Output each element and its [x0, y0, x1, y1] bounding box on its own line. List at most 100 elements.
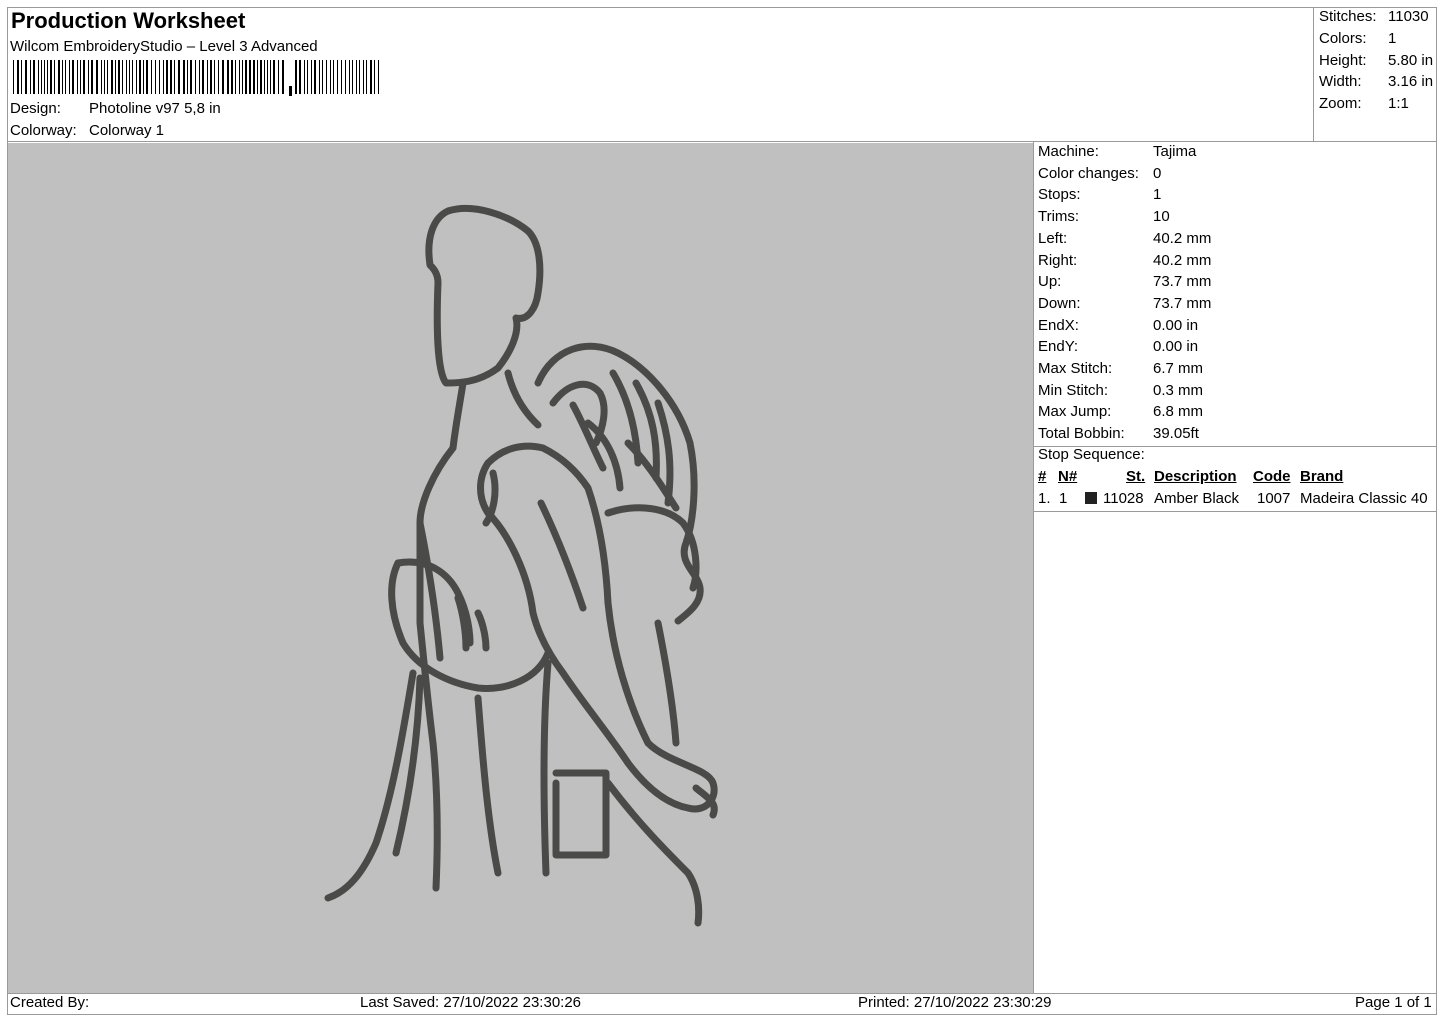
barcode-bar [50, 60, 52, 94]
detail-row: Max Jump: 6.8 mm [1038, 401, 1211, 423]
stat-row: Colors: 1 [1319, 28, 1433, 50]
detail-label: Min Stitch: [1038, 381, 1109, 399]
barcode-bar [295, 60, 297, 94]
col-header-code: Code [1253, 468, 1291, 485]
barcode-bar [190, 60, 192, 94]
barcode-bar [214, 60, 215, 94]
printed-date: Printed: 27/10/2022 23:30:29 [858, 994, 1052, 1011]
barcode-bar [374, 60, 375, 94]
barcode-bar [118, 60, 120, 94]
detail-row: Min Stitch: 0.3 mm [1038, 380, 1211, 402]
detail-value: 6.7 mm [1153, 360, 1204, 378]
detail-row: Machine: Tajima [1038, 141, 1211, 163]
barcode-bar [326, 60, 327, 94]
barcode-bar [314, 60, 316, 94]
page-number: Page 1 of 1 [1355, 994, 1432, 1011]
barcode-bar [88, 60, 89, 94]
footer-divider [7, 993, 1437, 994]
page-title: Production Worksheet [11, 8, 246, 33]
detail-value: 73.7 mm [1153, 273, 1212, 291]
barcode-bar [174, 60, 175, 94]
barcode-bar [278, 60, 279, 94]
barcode-bar [273, 60, 275, 94]
stat-label: Width: [1319, 73, 1362, 91]
barcode-bar [129, 60, 130, 94]
barcode-bar [304, 60, 305, 94]
barcode-bar [83, 60, 85, 94]
barcode-bar [242, 60, 243, 94]
row-stitches: 11028 [1103, 490, 1144, 507]
stoptable-divider [1033, 511, 1437, 512]
created-by: Created By: [10, 994, 90, 1011]
detail-label: EndY: [1038, 338, 1079, 356]
stat-value: 3.16 in [1388, 73, 1434, 91]
detail-row: EndY: 0.00 in [1038, 336, 1211, 358]
detail-value: 10 [1153, 208, 1170, 226]
barcode-bar [62, 60, 63, 94]
barcode-bar [341, 60, 342, 94]
software-name: Wilcom EmbroideryStudio – Level 3 Advanc… [10, 38, 318, 55]
barcode-bar [54, 60, 55, 94]
barcode-bar [378, 60, 379, 94]
detail-row: Up: 73.7 mm [1038, 271, 1211, 293]
detail-value: 73.7 mm [1153, 294, 1212, 312]
barcode-bar [91, 60, 93, 94]
row-needle: 1 [1059, 490, 1068, 507]
barcode-bar [319, 60, 320, 94]
barcode-bar [77, 60, 78, 94]
barcode-bar [47, 60, 48, 94]
detail-row: Color changes: 0 [1038, 163, 1211, 185]
barcode-bar [330, 60, 331, 94]
colorway-row: Colorway: Colorway 1 [10, 122, 164, 139]
barcode-bar [370, 60, 372, 94]
barcode-bar [231, 60, 233, 94]
colorway-label: Colorway: [10, 122, 77, 139]
thread-color-swatch [1085, 492, 1097, 504]
barcode-bar [136, 60, 137, 94]
barcode-bar [163, 60, 164, 94]
detail-label: Stops: [1038, 186, 1081, 204]
detail-value: 0.00 in [1153, 316, 1199, 334]
barcode-bar [245, 60, 247, 94]
detail-label: Up: [1038, 273, 1062, 291]
detail-value: Tajima [1153, 143, 1197, 160]
stat-row: Stitches: 11030 [1319, 6, 1433, 28]
barcode-bar [166, 60, 168, 94]
barcode-bar [366, 60, 367, 94]
detail-value: 0.00 in [1153, 338, 1199, 356]
detail-label: EndX: [1038, 316, 1079, 334]
row-num: 1. [1038, 490, 1051, 507]
barcode-bar [65, 60, 66, 94]
barcode-bar [107, 60, 108, 94]
stats-divider [1313, 7, 1314, 141]
row-description: Amber Black [1154, 490, 1240, 507]
stat-row: Width: 3.16 in [1319, 71, 1433, 93]
barcode-bar [69, 60, 70, 94]
design-label: Design: [10, 100, 61, 117]
barcode-bar [249, 60, 251, 94]
stat-value: 11030 [1388, 8, 1429, 25]
design-preview [8, 143, 1033, 993]
detail-row: Trims: 10 [1038, 206, 1211, 228]
barcode-bar [41, 60, 42, 94]
detail-row: Right: 40.2 mm [1038, 250, 1211, 272]
barcode-bar [253, 60, 255, 94]
barcode-bar [363, 60, 364, 94]
detail-value: 1 [1153, 186, 1162, 204]
barcode-bar [80, 60, 81, 94]
barcode-bar [155, 60, 156, 94]
row-code: 1007 [1257, 490, 1291, 507]
barcode-bar [187, 60, 188, 94]
detail-row: EndX: 0.00 in [1038, 315, 1211, 337]
barcode-bar [170, 60, 172, 94]
barcode-bar [159, 60, 160, 94]
last-saved: Last Saved: 27/10/2022 23:30:26 [360, 994, 582, 1011]
barcode-bar [257, 60, 258, 94]
stats-panel: Stitches: 11030 Colors: 1 Height: 5.80 in W… [1319, 6, 1433, 115]
col-header-brand: Brand [1300, 468, 1344, 485]
barcode-bar [210, 60, 212, 94]
barcode-bar [218, 60, 219, 94]
barcode-bar [115, 60, 116, 94]
barcode-bar [270, 60, 271, 94]
barcode-bar [38, 60, 39, 94]
